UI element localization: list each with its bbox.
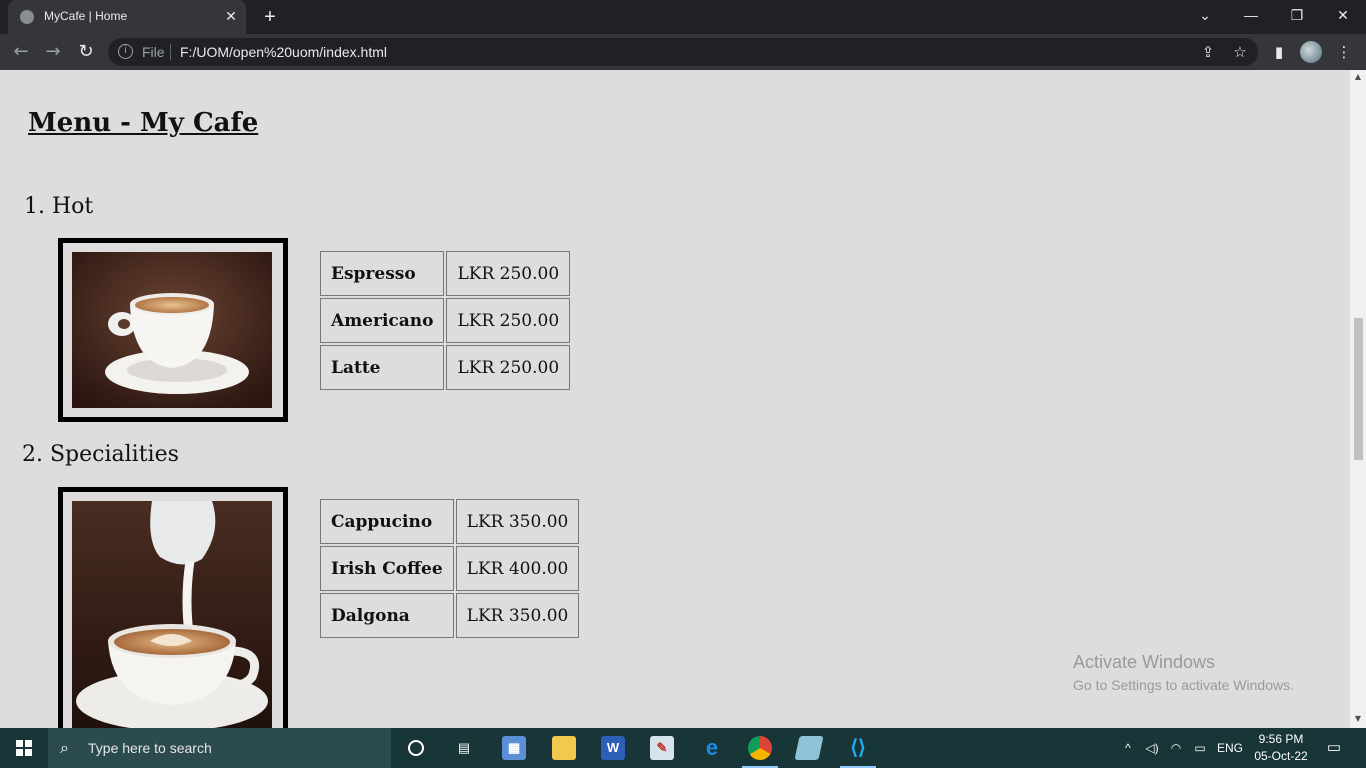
table-row: Americano LKR 250.00 — [320, 298, 571, 343]
item-name: Latte — [320, 345, 445, 390]
taskbar-app-paint[interactable]: ✎ — [638, 728, 686, 768]
scroll-up-arrow-icon[interactable]: ▲ — [1353, 72, 1363, 81]
profile-avatar[interactable] — [1300, 41, 1322, 63]
watermark-subtitle: Go to Settings to activate Windows. — [1073, 677, 1294, 693]
image-frame-hot — [58, 238, 288, 422]
taskbar-app-chrome[interactable] — [736, 728, 784, 768]
cortana-icon — [408, 740, 424, 756]
vscode-icon: ⟨⟩ — [850, 737, 866, 759]
item-name: Dalgona — [320, 593, 454, 638]
word-icon: W — [601, 736, 625, 760]
menu-table-specialities: Cappucino LKR 350.00 Irish Coffee LKR 40… — [318, 497, 581, 640]
activate-windows-watermark: Activate Windows Go to Settings to activ… — [1073, 652, 1294, 693]
taskbar-app-file-explorer[interactable] — [540, 728, 588, 768]
menu-icon[interactable]: ⋮ — [1332, 40, 1356, 64]
task-view-icon: ▤ — [457, 740, 471, 755]
section-title-specialities: 2. Specialities — [22, 442, 179, 467]
paint-icon: ✎ — [650, 736, 674, 760]
browser-toolbar: ← → ↻ i File F:/UOM/open%20uom/index.htm… — [0, 34, 1366, 70]
tab-close-icon[interactable]: ✕ — [222, 8, 240, 26]
share-icon[interactable]: ⇪ — [1196, 40, 1220, 64]
battery-icon[interactable]: ▭ — [1190, 728, 1210, 768]
chrome-icon — [748, 736, 772, 760]
new-tab-button[interactable]: + — [258, 6, 282, 30]
page-viewport: Menu - My Cafe 1. Hot Espresso LKR 250.0… — [0, 70, 1350, 728]
taskbar-search[interactable]: ⌕ Type here to search — [48, 728, 391, 768]
item-price: LKR 350.00 — [455, 499, 580, 544]
section-title-hot: 1. Hot — [24, 194, 94, 219]
watermark-title: Activate Windows — [1073, 652, 1216, 672]
taskbar-app-notepad[interactable] — [785, 728, 833, 768]
item-price: LKR 350.00 — [455, 593, 580, 638]
taskbar-clock[interactable]: 9:56 PM 05-Oct-22 — [1248, 731, 1314, 765]
table-row: Dalgona LKR 350.00 — [320, 593, 580, 638]
notifications-icon[interactable]: ▭ — [1322, 728, 1346, 768]
back-button[interactable]: ← — [9, 40, 33, 64]
edge-icon: e — [705, 735, 719, 760]
taskbar-app-edge[interactable]: e — [688, 728, 736, 768]
item-price: LKR 250.00 — [446, 298, 571, 343]
info-icon[interactable]: i — [118, 44, 133, 59]
page-title: Menu - My Cafe — [28, 108, 259, 138]
address-bar[interactable]: i File F:/UOM/open%20uom/index.html — [108, 38, 1258, 66]
table-row: Cappucino LKR 350.00 — [320, 499, 580, 544]
windows-taskbar: ⌕ Type here to search ▤ ▦ W ✎ e ⟨⟩ ^ ◁) … — [0, 728, 1366, 768]
search-placeholder: Type here to search — [88, 740, 212, 756]
task-view-button[interactable]: ▤ — [440, 728, 488, 768]
globe-icon — [20, 10, 34, 24]
reload-button[interactable]: ↻ — [74, 40, 98, 64]
taskbar-app-vscode[interactable]: ⟨⟩ — [834, 728, 882, 768]
scroll-down-arrow-icon[interactable]: ▼ — [1353, 714, 1363, 723]
wifi-icon[interactable]: ◠ — [1166, 728, 1186, 768]
notepad-icon — [794, 736, 824, 760]
table-row: Espresso LKR 250.00 — [320, 251, 571, 296]
table-row: Latte LKR 250.00 — [320, 345, 571, 390]
search-icon: ⌕ — [60, 738, 69, 757]
start-button[interactable] — [0, 728, 48, 768]
forward-button[interactable]: → — [41, 40, 65, 64]
taskbar-app-word[interactable]: W — [589, 728, 637, 768]
menu-table-hot: Espresso LKR 250.00 Americano LKR 250.00… — [318, 249, 572, 392]
espresso-image — [72, 252, 272, 408]
language-indicator[interactable]: ENG — [1214, 728, 1246, 768]
bookmark-star-icon[interactable]: ☆ — [1228, 40, 1252, 64]
divider — [170, 44, 171, 60]
item-name: Irish Coffee — [320, 546, 454, 591]
taskbar-app-control-panel[interactable]: ▦ — [490, 728, 538, 768]
scheme-label: File — [142, 44, 165, 60]
clock-time: 9:56 PM — [1258, 732, 1304, 746]
table-row: Irish Coffee LKR 400.00 — [320, 546, 580, 591]
minimize-button[interactable]: — — [1228, 0, 1274, 30]
side-panel-icon[interactable]: ▮ — [1267, 40, 1291, 64]
close-window-button[interactable]: ✕ — [1320, 0, 1366, 30]
browser-tab[interactable]: MyCafe | Home ✕ — [8, 0, 246, 34]
tab-search-icon[interactable]: ⌄ — [1182, 0, 1228, 30]
windows-logo-icon — [16, 740, 32, 756]
control-panel-icon: ▦ — [502, 736, 526, 760]
folder-icon — [552, 736, 576, 760]
item-price: LKR 250.00 — [446, 251, 571, 296]
tab-strip: MyCafe | Home ✕ + ⌄ — ❐ ✕ — [0, 0, 1366, 34]
image-frame-specialities — [58, 487, 288, 728]
item-name: Espresso — [320, 251, 445, 296]
item-price: LKR 400.00 — [455, 546, 580, 591]
volume-icon[interactable]: ◁) — [1142, 728, 1162, 768]
item-price: LKR 250.00 — [446, 345, 571, 390]
clock-date: 05-Oct-22 — [1254, 749, 1308, 763]
tab-title: MyCafe | Home — [44, 9, 128, 23]
item-name: Americano — [320, 298, 445, 343]
tray-chevron-icon[interactable]: ^ — [1118, 728, 1138, 768]
restore-button[interactable]: ❐ — [1274, 0, 1320, 30]
vertical-scrollbar[interactable]: ▲ ▼ — [1350, 70, 1366, 728]
latte-pour-image — [72, 501, 272, 728]
cortana-button[interactable] — [392, 728, 440, 768]
scrollbar-thumb[interactable] — [1354, 318, 1363, 460]
url-text[interactable]: F:/UOM/open%20uom/index.html — [180, 44, 387, 60]
item-name: Cappucino — [320, 499, 454, 544]
